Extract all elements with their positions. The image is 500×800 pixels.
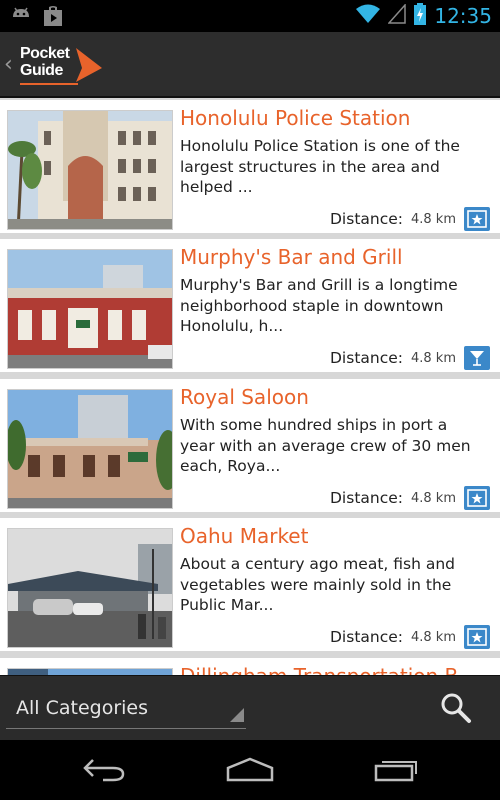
place-thumbnail <box>7 528 173 648</box>
dropdown-triangle-icon <box>230 707 244 726</box>
place-description: Honolulu Police Station is one of the la… <box>180 137 460 196</box>
play-store-icon <box>42 6 64 32</box>
place-card[interactable]: Oahu Market About a century ago meat, fi… <box>0 518 500 651</box>
place-thumbnail <box>7 389 173 509</box>
distance-label: Distance: <box>330 489 403 507</box>
place-card[interactable]: Honolulu Police Station Honolulu Police … <box>0 100 500 233</box>
place-thumbnail <box>7 249 173 369</box>
bottom-bar: All Categories <box>0 675 500 740</box>
distance-row: Distance: 4.8 km <box>330 486 490 510</box>
status-clock: 12:35 <box>434 4 492 28</box>
distance-row: Distance: 4.8 km <box>330 207 490 231</box>
star-sign-icon[interactable] <box>464 625 490 649</box>
place-title[interactable]: Oahu Market <box>180 524 500 548</box>
distance-row: Distance: 4.8 km <box>330 625 490 649</box>
star-sign-icon[interactable] <box>464 207 490 231</box>
place-title[interactable]: Dillingham Transportation B <box>180 664 500 675</box>
action-bar: ‹ Pocket Guide <box>0 32 500 98</box>
back-button[interactable] <box>74 754 134 788</box>
home-icon <box>224 756 276 786</box>
distance-label: Distance: <box>330 210 403 228</box>
place-card[interactable]: Royal Saloon With some hundred ships in … <box>0 379 500 512</box>
place-card[interactable]: Dillingham Transportation B <box>0 658 500 675</box>
recent-apps-button[interactable] <box>366 754 426 788</box>
places-list[interactable]: Honolulu Police Station Honolulu Police … <box>0 98 500 675</box>
cocktail-icon[interactable] <box>464 346 490 370</box>
logo-line-1: Pocket <box>20 45 70 62</box>
place-card[interactable]: Murphy's Bar and Grill Murphy's Bar and … <box>0 239 500 372</box>
category-dropdown-label: All Categories <box>16 697 149 719</box>
place-title[interactable]: Honolulu Police Station <box>180 106 500 130</box>
home-button[interactable] <box>220 754 280 788</box>
place-title[interactable]: Murphy's Bar and Grill <box>180 245 500 269</box>
search-icon <box>438 693 474 730</box>
distance-value: 4.8 km <box>411 211 456 227</box>
place-thumbnail <box>7 668 173 675</box>
logo-line-2: Guide <box>20 62 63 79</box>
distance-label: Distance: <box>330 349 403 367</box>
pocket-guide-logo[interactable]: Pocket Guide <box>18 42 108 88</box>
place-title[interactable]: Royal Saloon <box>180 385 500 409</box>
distance-value: 4.8 km <box>411 490 456 506</box>
wifi-icon <box>356 4 381 28</box>
place-description: Murphy's Bar and Grill is a longtime nei… <box>180 276 458 335</box>
distance-row: Distance: 4.8 km <box>330 346 490 370</box>
place-description: With some hundred ships in port a year w… <box>180 416 471 475</box>
distance-value: 4.8 km <box>411 629 456 645</box>
recent-apps-icon <box>372 756 420 786</box>
signal-icon <box>387 3 407 28</box>
status-bar: 12:35 <box>0 0 500 32</box>
android-debug-icon <box>10 6 32 32</box>
up-chevron-icon[interactable]: ‹ <box>4 52 13 77</box>
place-thumbnail <box>7 110 173 230</box>
category-dropdown[interactable]: All Categories <box>6 689 246 729</box>
distance-value: 4.8 km <box>411 350 456 366</box>
back-icon <box>81 756 127 786</box>
place-description: About a century ago meat, fish and veget… <box>180 555 455 614</box>
star-sign-icon[interactable] <box>464 486 490 510</box>
search-button[interactable] <box>438 690 478 730</box>
battery-charging-icon <box>414 3 427 29</box>
system-nav-bar <box>0 740 500 800</box>
distance-label: Distance: <box>330 628 403 646</box>
